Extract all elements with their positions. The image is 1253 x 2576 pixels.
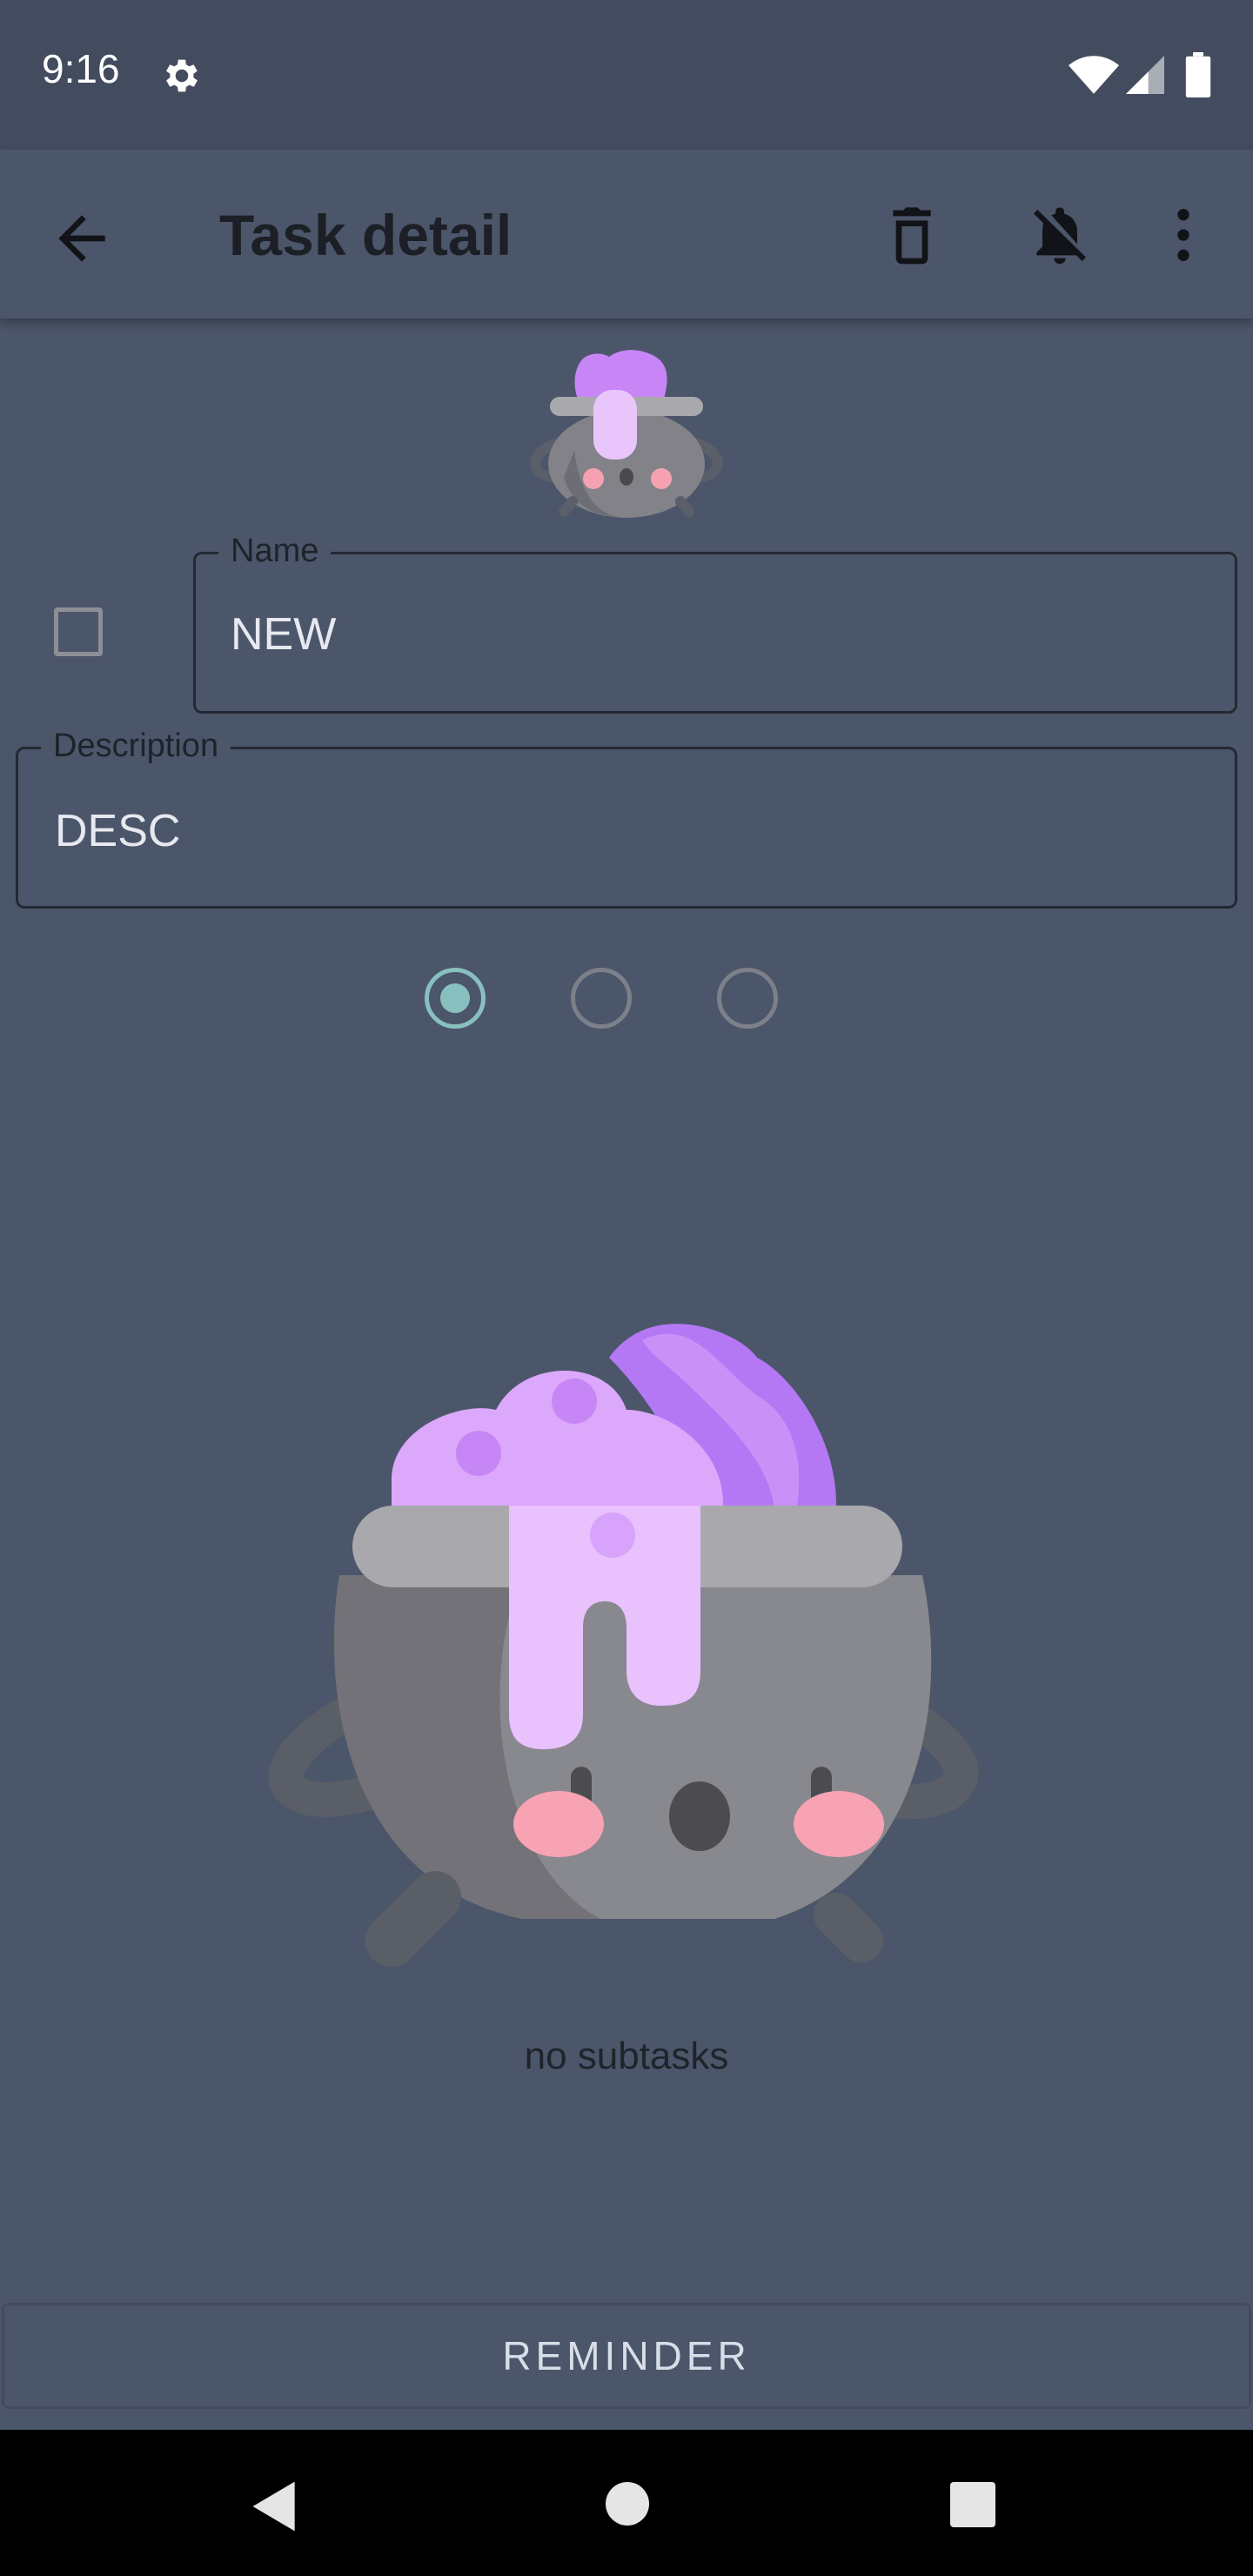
signal-icon [1126,56,1164,94]
battery-icon [1185,52,1211,97]
description-field[interactable]: Description DESC [16,727,1237,909]
name-label: Name [218,532,332,570]
name-value[interactable]: NEW [231,608,336,661]
back-arrow-icon[interactable] [47,204,117,273]
done-checkbox[interactable] [54,607,103,656]
gear-icon [166,59,198,92]
notifications-off-icon[interactable] [1025,200,1095,270]
delete-icon[interactable] [877,200,947,270]
nav-recents-icon[interactable] [950,2482,995,2527]
more-vert-icon[interactable] [1149,200,1218,270]
priority-radio-1[interactable] [425,968,486,1029]
page-title: Task detail [219,203,513,267]
status-bar: 9:16 [0,0,1253,150]
nav-back-icon[interactable] [245,2477,305,2536]
radio-selected-dot [440,983,470,1013]
reminder-button[interactable]: REMINDER [2,2303,1251,2409]
name-field[interactable]: Name NEW [193,532,1237,714]
description-value[interactable]: DESC [55,805,180,857]
priority-radio-3[interactable] [717,968,778,1029]
status-time: 9:16 [42,46,120,91]
cauldron-avatar [530,350,723,518]
nav-home-icon[interactable] [606,2482,649,2526]
app-bar: Task detail [0,150,1253,319]
cauldron-illustration [269,1324,979,1967]
wifi-icon [1069,56,1119,94]
empty-subtasks-text: no subtasks [524,2035,729,2077]
description-label: Description [41,727,231,765]
priority-radio-2[interactable] [571,968,632,1029]
